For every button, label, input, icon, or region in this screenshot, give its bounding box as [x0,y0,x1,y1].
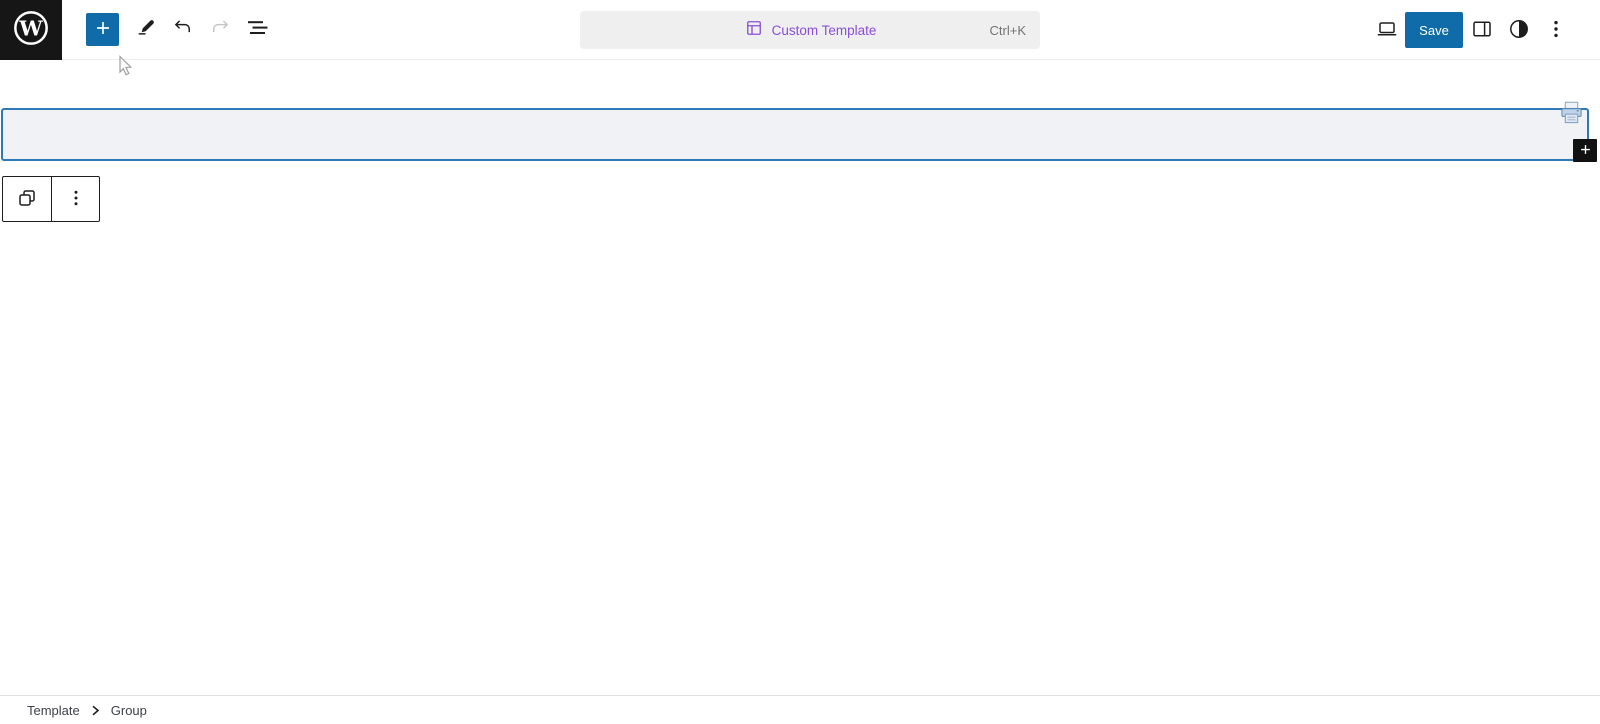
save-button[interactable]: Save [1405,12,1463,48]
chevron-right-icon [91,705,100,716]
block-inserter-button[interactable] [86,13,119,46]
sidebar-panel-icon [1470,17,1494,44]
breadcrumb-item-group[interactable]: Group [111,703,147,718]
kebab-menu-icon [1544,17,1568,44]
vertical-ellipsis-icon [64,186,88,213]
editor-canvas[interactable] [0,61,1600,694]
tools-button[interactable] [127,12,164,48]
group-block-button[interactable] [3,177,51,221]
wordpress-site-editor: W Custom Template Ctrl+K Save Template G… [0,0,1600,724]
styles-button[interactable] [1500,12,1537,48]
more-options-button[interactable] [1537,12,1574,48]
redo-button[interactable] [201,12,238,48]
laptop-icon [1375,17,1399,44]
command-bar-shortcut: Ctrl+K [989,22,1026,38]
command-bar[interactable]: Custom Template Ctrl+K [580,11,1040,49]
view-button[interactable] [1368,12,1405,48]
svg-text:W: W [18,15,43,40]
list-view-icon [245,16,269,43]
command-bar-label: Custom Template [771,22,877,38]
printer-icon [1558,99,1585,132]
wordpress-logo-icon: W [11,8,51,51]
redo-arrow-icon [209,17,231,42]
selected-group-block[interactable] [1,108,1589,161]
half-circle-icon [1507,17,1531,44]
plus-icon [1578,142,1593,160]
plus-icon [92,17,114,42]
block-toolbar [2,176,100,222]
undo-arrow-icon [172,17,194,42]
block-options-button[interactable] [51,177,99,221]
mouse-pointer-icon [118,55,135,83]
list-view-button[interactable] [238,12,275,48]
top-bar-right-group: Save [1368,0,1600,60]
settings-sidebar-button[interactable] [1463,12,1500,48]
breadcrumb-item-template[interactable]: Template [27,703,80,718]
group-blocks-icon [15,186,39,213]
template-layout-icon [744,18,764,43]
undo-button[interactable] [164,12,201,48]
breadcrumb: Template Group [0,695,1600,724]
save-button-label: Save [1419,22,1449,38]
editor-top-bar: W Custom Template Ctrl+K Save [0,0,1600,60]
append-block-button[interactable] [1573,139,1597,162]
pencil-icon [135,17,157,42]
wordpress-logo-button[interactable]: W [0,0,62,60]
